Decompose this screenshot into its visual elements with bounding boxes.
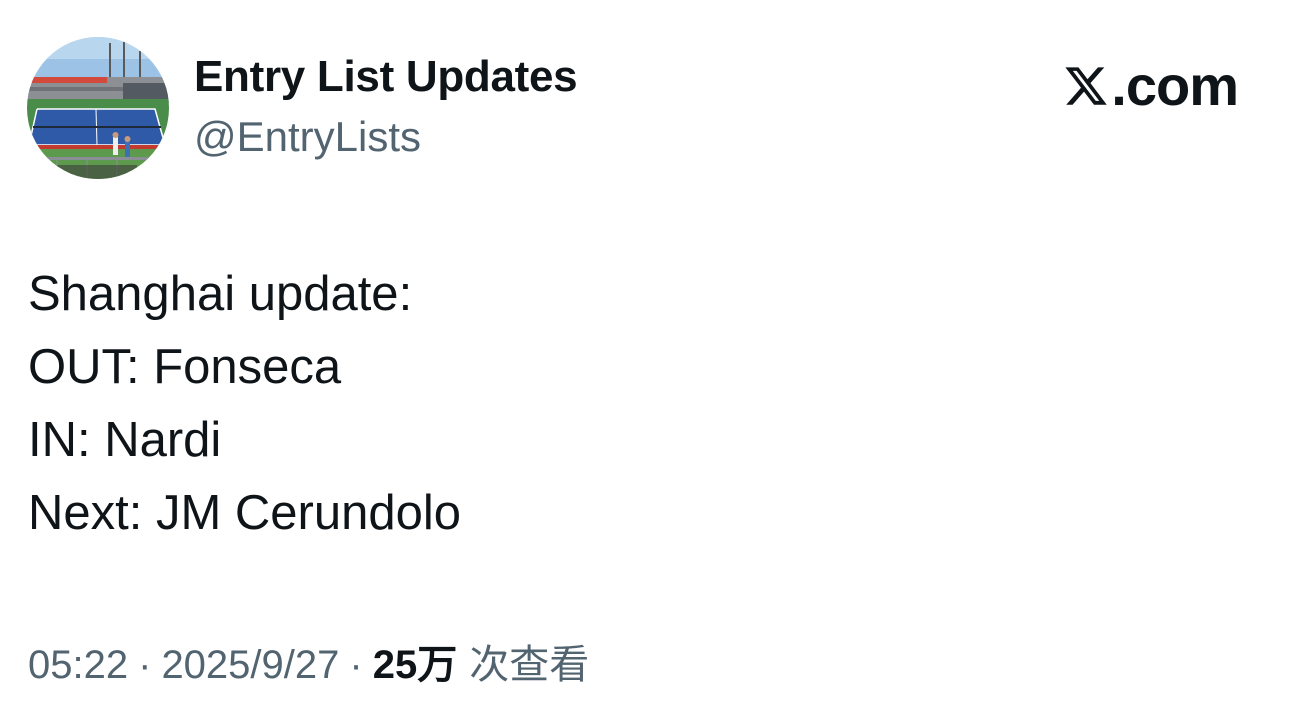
author-avatar[interactable] [27, 37, 169, 179]
views-label: 次查看 [469, 643, 590, 687]
author-display-name[interactable]: Entry List Updates [194, 52, 578, 102]
tweet-card: Entry List Updates @EntryLists .com Shan… [0, 0, 1290, 724]
tweet-time[interactable]: 05:22 [28, 643, 128, 688]
tweet-text: Shanghai update: OUT: Fonseca IN: Nardi … [28, 258, 461, 550]
tweet-line: Shanghai update: [28, 267, 413, 321]
meta-separator: · [138, 643, 152, 687]
author-handle[interactable]: @EntryLists [194, 113, 421, 161]
tweet-meta: 05:22 · 2025/9/27 · 25万 次查看 [28, 632, 589, 690]
tweet-line: Next: JM Cerundolo [28, 486, 462, 540]
meta-separator: · [349, 643, 363, 687]
tennis-court-avatar-icon [27, 37, 169, 179]
views-count: 25万 [372, 643, 458, 687]
x-brand[interactable]: .com [1063, 54, 1239, 117]
tweet-line: IN: Nardi [28, 413, 222, 467]
brand-suffix: .com [1111, 54, 1239, 117]
tweet-line: OUT: Fonseca [28, 340, 342, 394]
tweet-date[interactable]: 2025/9/27 [161, 643, 339, 688]
x-logo-icon [1065, 67, 1108, 105]
